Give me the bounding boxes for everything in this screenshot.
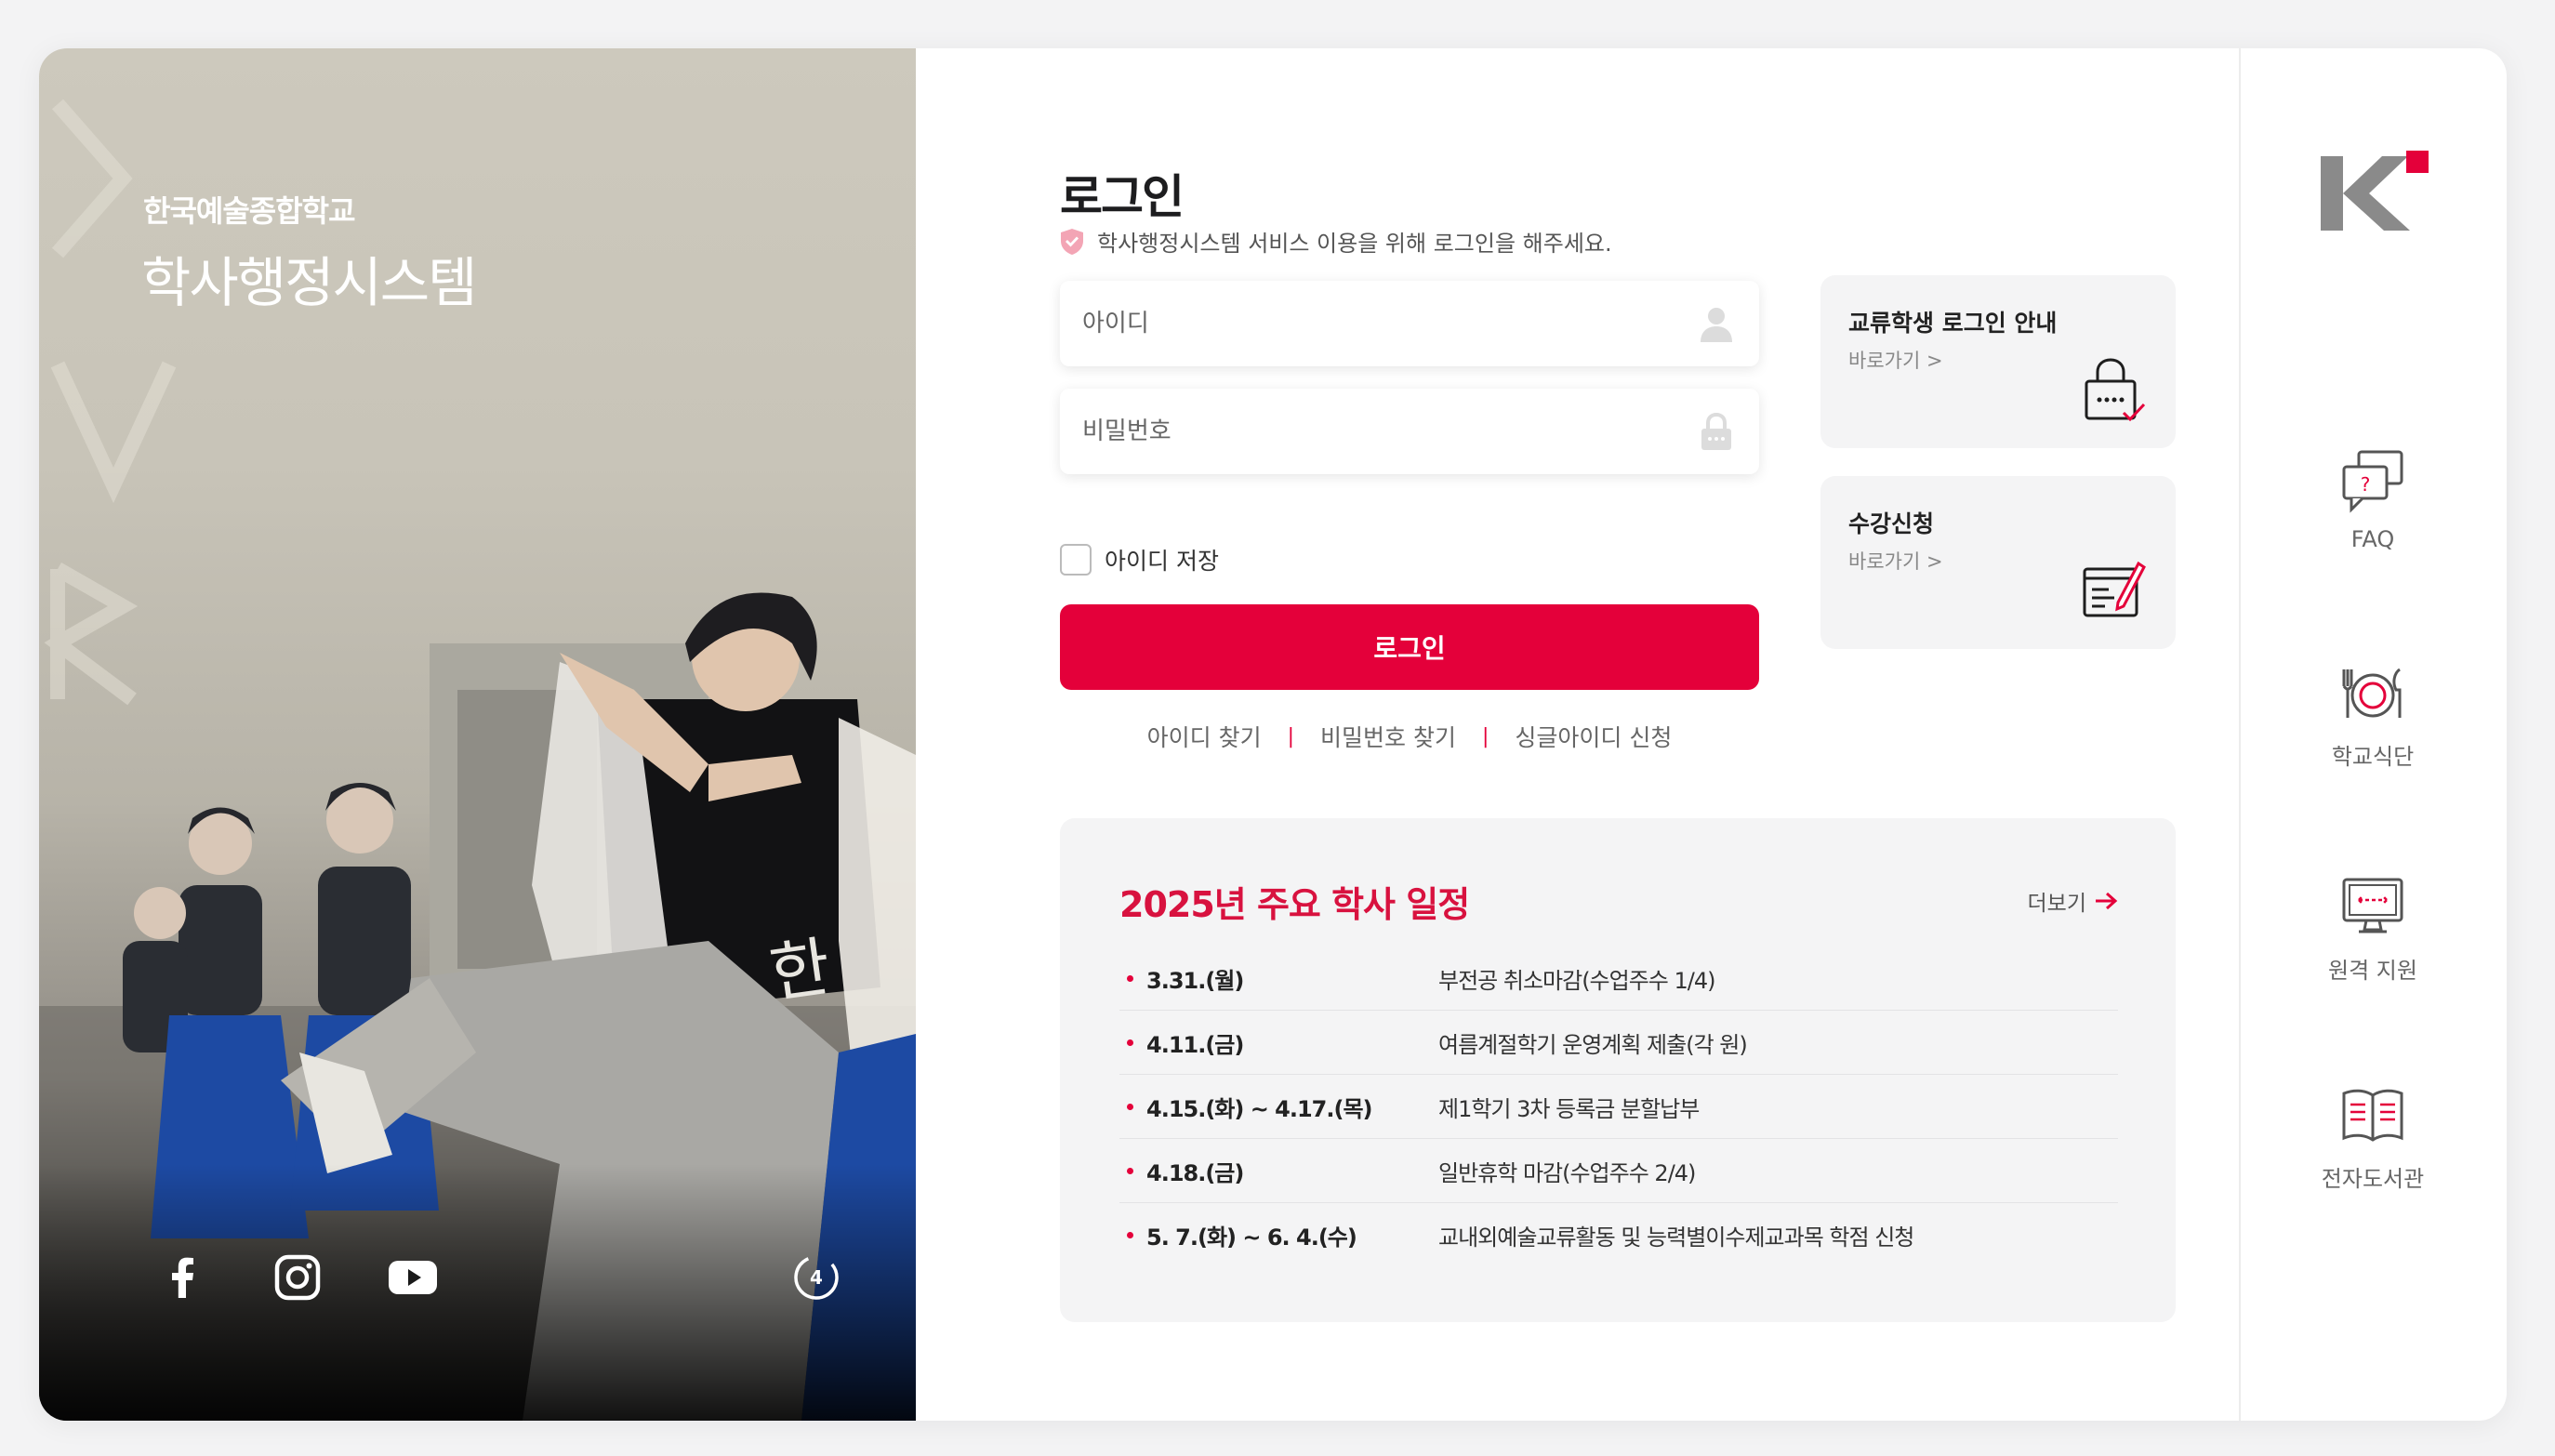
find-password-link[interactable]: 비밀번호 찾기	[1320, 720, 1456, 753]
svg-text:?: ?	[2361, 473, 2371, 496]
lock-check-icon	[2085, 358, 2146, 422]
schedule-title: 2025년 주요 학사 일정	[1119, 884, 1470, 925]
sidebar-label: 원격 지원	[2328, 958, 2417, 984]
schedule-date: 4.18.(금)	[1146, 1159, 1244, 1186]
schedule-row: 3.31.(월) 부전공 취소마감(수업주수 1/4)	[1119, 946, 2118, 1011]
schedule-desc: 일반휴학 마감(수업주수 2/4)	[1438, 1159, 1696, 1186]
bullet-dot	[1127, 1167, 1133, 1174]
k-arts-channel-icon[interactable]: 4	[788, 1250, 844, 1305]
sidebar-label: FAQ	[2350, 526, 2395, 552]
academic-schedule-panel: 2025년 주요 학사 일정 더보기 3.31.(월) 부전공 취소마감(수업주…	[1060, 818, 2176, 1322]
youtube-icon[interactable]	[385, 1250, 441, 1305]
bullet-dot	[1127, 974, 1133, 982]
exchange-student-login-card[interactable]: 교류학생 로그인 안내 바로가기 >	[1820, 275, 2176, 448]
lock-icon	[1701, 412, 1731, 450]
more-label: 더보기	[2027, 892, 2086, 916]
link-separator: |	[1481, 724, 1489, 748]
find-id-link[interactable]: 아이디 찾기	[1147, 720, 1262, 753]
login-button[interactable]: 로그인	[1060, 604, 1759, 690]
card-title: 수강신청	[1848, 510, 1935, 537]
remember-id-checkbox[interactable]	[1060, 544, 1092, 576]
schedule-date: 4.15.(화) ~ 4.17.(목)	[1146, 1095, 1373, 1122]
meal-plate-icon	[2342, 668, 2402, 718]
social-badge: 4	[810, 1266, 823, 1289]
card-go-link[interactable]: 바로가기 >	[1848, 346, 1943, 374]
link-separator: |	[1287, 724, 1295, 748]
sidebar-item-meal[interactable]: 학교식단	[2280, 658, 2466, 771]
card-title: 교류학생 로그인 안내	[1848, 310, 2058, 337]
id-input[interactable]	[1082, 310, 1696, 338]
id-field-box	[1060, 281, 1759, 366]
remember-id-label: 아이디 저장	[1105, 548, 1219, 575]
remote-monitor-icon	[2342, 878, 2403, 933]
bullet-dot	[1127, 1039, 1133, 1046]
schedule-row: 4.15.(화) ~ 4.17.(목) 제1학기 3차 등록금 분할납부	[1119, 1075, 2118, 1139]
login-subtitle-row: 학사행정시스템 서비스 이용을 위해 로그인을 해주세요.	[1060, 225, 1612, 258]
system-name: 학사행정시스템	[141, 251, 478, 314]
account-links: 아이디 찾기 | 비밀번호 찾기 | 싱글아이디 신청	[1060, 720, 1759, 753]
sidebar-item-faq[interactable]: ? FAQ	[2280, 446, 2466, 552]
sidebar-divider	[2239, 48, 2241, 1421]
schedule-date: 5. 7.(화) ~ 6. 4.(수)	[1146, 1224, 1357, 1251]
password-input[interactable]	[1082, 417, 1696, 445]
open-book-icon	[2342, 1089, 2403, 1142]
svg-text:한: 한	[765, 929, 835, 1013]
sidebar-item-e-library[interactable]: 전자도서관	[2280, 1080, 2466, 1193]
shield-check-icon	[1061, 228, 1083, 255]
k-arts-logo	[2321, 151, 2429, 231]
schedule-date: 3.31.(월)	[1146, 967, 1244, 994]
login-subtitle: 학사행정시스템 서비스 이용을 위해 로그인을 해주세요.	[1097, 231, 1612, 257]
user-icon	[1701, 308, 1732, 342]
schedule-desc: 여름계절학기 운영계획 제출(각 원)	[1438, 1031, 1748, 1058]
app-frame: 한 한국예술종합학교 학사행정시스템 4 로그인 학사행정시스템 서비스 이용을…	[39, 48, 2507, 1421]
school-name: 한국예술종합학교	[143, 193, 356, 229]
schedule-row: 5. 7.(화) ~ 6. 4.(수) 교내외예술교류활동 및 능력별이수제교과…	[1119, 1203, 2118, 1267]
course-registration-card[interactable]: 수강신청 바로가기 >	[1820, 476, 2176, 649]
schedule-list: 3.31.(월) 부전공 취소마감(수업주수 1/4) 4.11.(금) 여름계…	[1119, 946, 2118, 1267]
schedule-row: 4.18.(금) 일반휴학 마감(수업주수 2/4)	[1119, 1139, 2118, 1203]
schedule-desc: 부전공 취소마감(수업주수 1/4)	[1438, 967, 1715, 994]
hero-panel: 한 한국예술종합학교 학사행정시스템 4	[39, 48, 916, 1421]
facebook-icon[interactable]	[154, 1250, 210, 1305]
schedule-row: 4.11.(금) 여름계절학기 운영계획 제출(각 원)	[1119, 1011, 2118, 1075]
schedule-desc: 교내외예술교류활동 및 능력별이수제교과목 학점 신청	[1438, 1224, 1914, 1251]
card-go-link[interactable]: 바로가기 >	[1848, 547, 1943, 575]
login-title: 로그인	[1060, 170, 1185, 224]
schedule-desc: 제1학기 3차 등록금 분할납부	[1438, 1095, 1700, 1122]
document-edit-icon	[2083, 561, 2146, 617]
single-id-apply-link[interactable]: 싱글아이디 신청	[1515, 720, 1672, 753]
instagram-icon[interactable]	[270, 1250, 325, 1305]
sidebar-label: 전자도서관	[2321, 1166, 2425, 1192]
schedule-date: 4.11.(금)	[1146, 1031, 1244, 1058]
bullet-dot	[1127, 1232, 1133, 1238]
arrow-right-icon	[2096, 892, 2118, 910]
bullet-dot	[1127, 1103, 1133, 1110]
faq-chat-icon: ?	[2342, 450, 2403, 513]
password-field-box	[1060, 389, 1759, 474]
schedule-more-link[interactable]: 더보기	[2028, 885, 2118, 917]
sidebar-item-remote-support[interactable]: 원격 지원	[2280, 872, 2466, 985]
sidebar-label: 학교식단	[2331, 744, 2415, 770]
remember-id-row[interactable]: 아이디 저장	[1060, 543, 1219, 576]
